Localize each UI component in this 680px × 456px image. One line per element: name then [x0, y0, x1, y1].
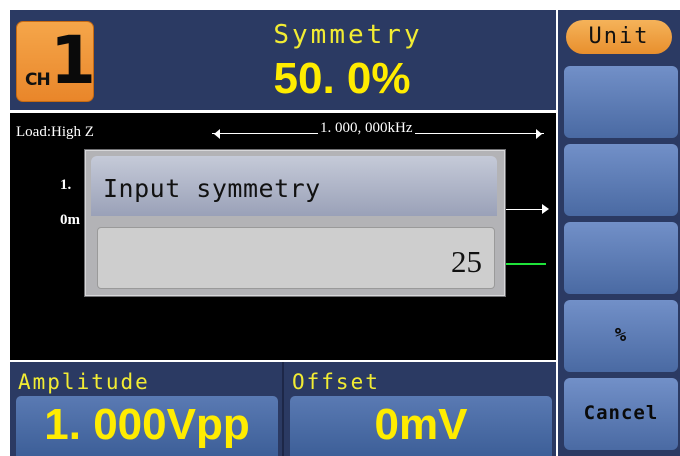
softkey-2[interactable]	[564, 66, 678, 138]
amplitude-label: Amplitude	[18, 370, 150, 394]
cancel-label: Cancel	[583, 402, 659, 424]
softkey-3[interactable]	[564, 144, 678, 216]
input-dialog: Input symmetry 25	[84, 149, 506, 297]
amplitude-field[interactable]: Amplitude 1. 000Vpp	[10, 362, 282, 456]
dialog-title-bar: Input symmetry	[91, 156, 497, 216]
dialog-title: Input symmetry	[103, 174, 321, 203]
unit-button[interactable]: Unit	[566, 20, 672, 54]
partial-label-2: 0m	[60, 212, 80, 228]
channel-prefix: CH	[25, 70, 51, 90]
channel-badge[interactable]: CH 1	[16, 21, 96, 102]
softkey-4[interactable]	[564, 222, 678, 294]
parameter-fields: Amplitude 1. 000Vpp Offset 0mV	[10, 362, 556, 456]
frequency-label: 1. 000, 000kHz	[318, 120, 415, 137]
function-generator-screen: CH 1 Symmetry 50. 0% Load:High Z 1. 000,…	[0, 0, 680, 456]
period-arrow-icon	[542, 204, 549, 214]
load-label: Load:High Z	[16, 124, 94, 140]
frequency-indicator: 1. 000, 000kHz	[212, 120, 544, 140]
cancel-button[interactable]: Cancel	[564, 378, 678, 450]
parameter-value: 50. 0%	[273, 54, 411, 103]
offset-box[interactable]: 0mV	[290, 396, 552, 456]
symmetry-input-value: 25	[451, 244, 482, 279]
parameter-title: Symmetry	[273, 20, 423, 50]
amplitude-value: 1. 000Vpp	[44, 400, 250, 449]
channel-number: 1	[50, 22, 96, 99]
amplitude-box[interactable]: 1. 000Vpp	[16, 396, 278, 456]
parameter-header: CH 1 Symmetry 50. 0%	[10, 10, 556, 110]
offset-field[interactable]: Offset 0mV	[284, 362, 556, 456]
softkey-panel: Unit % Cancel	[558, 10, 680, 456]
offset-value: 0mV	[374, 400, 468, 449]
symmetry-input[interactable]: 25	[97, 227, 495, 289]
right-arrow-icon	[536, 129, 542, 139]
left-arrow-icon	[214, 129, 220, 139]
partial-label-1: 1.	[60, 177, 72, 193]
offset-label: Offset	[292, 370, 380, 394]
percent-button[interactable]: %	[564, 300, 678, 372]
percent-label: %	[614, 324, 628, 346]
